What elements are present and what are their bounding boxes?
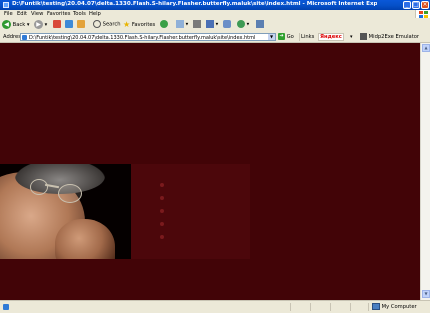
vertical-scrollbar[interactable]: ▲ ▼: [420, 43, 430, 300]
home-button[interactable]: [77, 20, 85, 30]
nav-dot[interactable]: [160, 222, 164, 226]
search-label: Search: [102, 21, 121, 28]
refresh-icon: [65, 20, 73, 28]
ie-icon: [3, 2, 9, 8]
star-icon: ★: [123, 20, 131, 29]
address-url[interactable]: D:\Funtik\testing\20.04.07\delta.1330.Fl…: [29, 35, 265, 41]
nav-dot[interactable]: [160, 183, 164, 187]
windows-logo-icon: [415, 10, 430, 18]
forward-arrow-icon: ▶: [34, 20, 43, 29]
emulator-icon: [360, 33, 367, 40]
stop-icon: [53, 20, 61, 28]
emulator-label: Midp2Exe Emulator: [368, 34, 420, 40]
back-button[interactable]: ◀ Back ▾: [2, 20, 30, 30]
toolbar-chevron-icon[interactable]: ▾: [350, 34, 353, 40]
menu-tools[interactable]: Tools: [73, 11, 86, 17]
menu-view[interactable]: View: [31, 11, 43, 17]
scroll-down-icon[interactable]: ▼: [422, 290, 430, 298]
portrait-image: [0, 164, 131, 259]
chevron-down-icon: ▾: [26, 22, 30, 28]
address-bar: Address D:\Funtik\testing\20.04.07\delta…: [0, 32, 430, 43]
menu-favorites[interactable]: Favorites: [47, 11, 70, 17]
close-button[interactable]: ×: [421, 1, 429, 9]
research-button[interactable]: [256, 20, 264, 30]
standard-toolbar: ◀ Back ▾ ▶ ▾ Search ★ Favorites ▾ ▾ ▾: [0, 18, 430, 33]
status-pane: [290, 303, 291, 311]
hand-shape: [55, 219, 115, 259]
chevron-down-icon: ▾: [246, 21, 250, 28]
research-icon: [256, 20, 264, 28]
discuss-icon: [223, 20, 231, 28]
address-dropdown-icon[interactable]: ▼: [268, 34, 275, 40]
links-button[interactable]: Links: [301, 34, 314, 40]
go-button[interactable]: ➜ Go: [278, 33, 294, 40]
home-icon: [77, 20, 85, 28]
print-button[interactable]: [193, 20, 201, 30]
window-title: D:\Funtik\testing\20.04.07\delta.1330.Fl…: [12, 1, 377, 7]
back-arrow-icon: ◀: [2, 20, 11, 29]
search-icon: [93, 20, 101, 28]
discuss-button[interactable]: [223, 20, 231, 30]
edit-button[interactable]: ▾: [206, 20, 218, 30]
nav-dot[interactable]: [160, 235, 164, 239]
address-input[interactable]: D:\Funtik\testing\20.04.07\delta.1330.Fl…: [20, 33, 276, 41]
refresh-button[interactable]: [65, 20, 73, 30]
menu-file[interactable]: File: [4, 11, 13, 17]
go-arrow-icon: ➜: [278, 33, 285, 40]
history-icon: [160, 20, 168, 28]
maximize-button[interactable]: □: [412, 1, 420, 9]
minimize-button[interactable]: _: [403, 1, 411, 9]
toolbar-separator: [299, 33, 300, 41]
messenger-icon: [237, 20, 245, 28]
mail-icon: [176, 20, 184, 28]
menu-edit[interactable]: Edit: [17, 11, 27, 17]
title-bar: D:\Funtik\testing\20.04.07\delta.1330.Fl…: [0, 0, 430, 10]
search-button[interactable]: Search: [93, 20, 120, 30]
computer-icon: [372, 303, 380, 310]
chevron-down-icon: ▾: [185, 21, 189, 28]
emulator-button[interactable]: Midp2Exe Emulator: [360, 33, 419, 40]
page-status-icon: [3, 304, 9, 310]
page-icon: [22, 35, 27, 40]
stop-button[interactable]: [53, 20, 61, 30]
chevron-down-icon: ▾: [215, 21, 219, 28]
favorites-label: Favorites: [131, 22, 156, 28]
menu-help[interactable]: Help: [89, 11, 101, 17]
nav-dot[interactable]: [160, 196, 164, 200]
page-content: [0, 43, 420, 300]
glasses-lens-left: [30, 179, 48, 195]
mail-button[interactable]: ▾: [176, 20, 188, 30]
history-button[interactable]: [160, 20, 168, 30]
glasses-lens-right: [58, 184, 82, 203]
chevron-down-icon: ▾: [44, 22, 48, 28]
status-pane: [330, 303, 331, 311]
yandex-toolbar-button[interactable]: Яндекс: [318, 33, 344, 41]
edit-page-icon: [206, 20, 214, 28]
forward-button[interactable]: ▶ ▾: [34, 20, 47, 30]
status-pane: [350, 303, 351, 311]
messenger-button[interactable]: ▾: [237, 20, 249, 30]
go-label: Go: [286, 34, 294, 40]
zone-label: My Computer: [381, 304, 417, 310]
status-pane: [310, 303, 311, 311]
yandex-label: Яндекс: [320, 34, 342, 40]
nav-dot[interactable]: [160, 209, 164, 213]
status-bar: My Computer: [0, 300, 430, 313]
back-label: Back: [12, 22, 26, 28]
status-pane: [368, 303, 369, 311]
print-icon: [193, 20, 201, 28]
scroll-up-icon[interactable]: ▲: [422, 44, 430, 52]
favorites-button[interactable]: ★ Favorites: [123, 20, 155, 30]
security-zone: My Computer: [372, 303, 417, 310]
